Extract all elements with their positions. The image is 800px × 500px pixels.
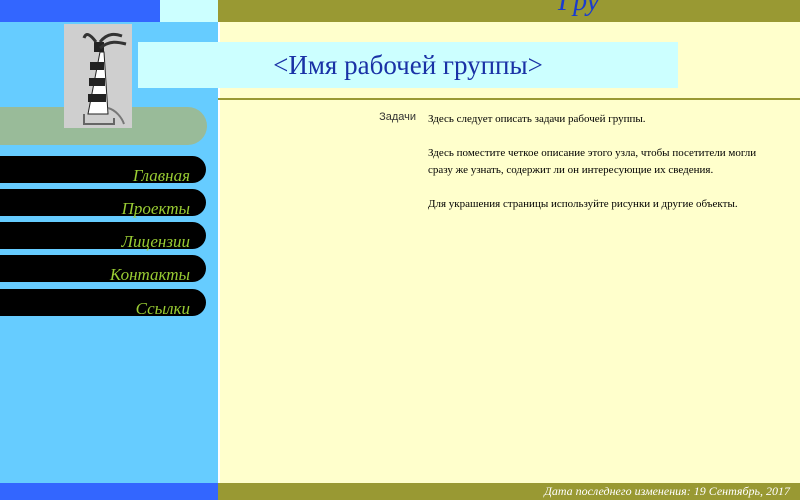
top-band-cropped-text: Гру — [558, 0, 600, 17]
page-title-box: <Имя рабочей группы> — [138, 42, 678, 88]
lighthouse-logo-image — [64, 24, 132, 128]
nav-item-contacts[interactable]: Контакты — [0, 255, 206, 284]
lighthouse-icon — [64, 24, 132, 128]
top-olive-band: Гру — [218, 0, 800, 22]
description-paragraph: Для украшения страницы используйте рисун… — [428, 198, 738, 210]
description-paragraph: Здесь следует описать задачи рабочей гру… — [428, 113, 646, 125]
nav-item-label[interactable]: Ссылки — [136, 299, 190, 318]
content-divider — [218, 98, 800, 100]
top-left-blue-block — [0, 0, 160, 22]
main-content-area — [220, 22, 800, 483]
nav-item-label[interactable]: Лицензии — [121, 232, 190, 251]
nav-item-links[interactable]: Ссылки — [0, 289, 206, 318]
top-left-light-block — [160, 0, 218, 22]
nav-item-label[interactable]: Главная — [133, 166, 190, 185]
last-modified-text: Дата последнего изменения: 19 Сентябрь, … — [544, 484, 790, 498]
nav-item-licenses[interactable]: Лицензии — [0, 222, 206, 251]
page-title: <Имя рабочей группы> — [273, 49, 543, 80]
tasks-label: Задачи — [379, 111, 416, 123]
nav-item-projects[interactable]: Проекты — [0, 189, 206, 218]
bottom-left-blue-block — [0, 483, 218, 500]
nav-item-home[interactable]: Главная — [0, 156, 206, 185]
description-paragraph: Здесь поместите четкое описание этого уз… — [428, 147, 757, 176]
tasks-description: Здесь следует описать задачи рабочей гру… — [428, 111, 758, 230]
nav-item-label[interactable]: Проекты — [122, 199, 190, 218]
nav-item-label[interactable]: Контакты — [110, 265, 190, 284]
